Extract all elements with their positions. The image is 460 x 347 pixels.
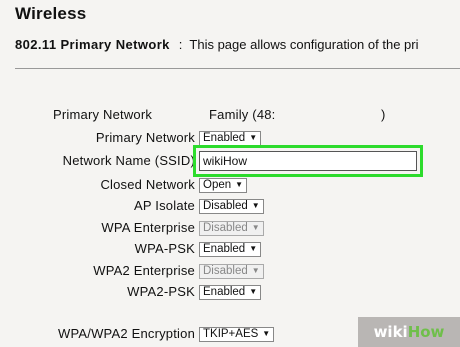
ap-isolate-select[interactable]: Disabled ▼ — [199, 199, 264, 214]
primary-network-value: Enabled — [203, 132, 246, 144]
dropdown-arrow-icon: ▼ — [262, 329, 271, 338]
section-separator: : — [178, 37, 183, 52]
wpa2-enterprise-select: Disabled ▼ — [199, 264, 264, 279]
page-title: Wireless — [15, 4, 87, 23]
wpa-psk-label: WPA-PSK — [134, 241, 195, 256]
section-header: 802.11 Primary Network: This page allows … — [15, 37, 418, 52]
wpa-enterprise-value: Disabled — [203, 222, 248, 234]
wpa-enterprise-label: WPA Enterprise — [101, 220, 195, 235]
wpa-psk-select[interactable]: Enabled ▼ — [199, 242, 262, 257]
watermark-prefix: wiki — [373, 323, 408, 341]
wpa-psk-value: Enabled — [203, 243, 246, 255]
primary-network-label: Primary Network — [95, 130, 195, 145]
section-description: This page allows configuration of the pr… — [189, 37, 419, 52]
wpa2-psk-select[interactable]: Enabled ▼ — [199, 285, 262, 300]
wpa2-psk-value: Enabled — [203, 286, 246, 298]
ssid-label: Network Name (SSID) — [62, 153, 195, 168]
section-name: 802.11 Primary Network — [15, 37, 170, 52]
dropdown-arrow-icon: ▼ — [251, 223, 260, 232]
closed-network-label: Closed Network — [100, 177, 195, 192]
primary-network-info-value-end: ) — [381, 107, 386, 122]
ssid-input[interactable]: wikiHow — [199, 151, 417, 171]
encryption-select[interactable]: TKIP+AES ▼ — [199, 327, 275, 342]
dropdown-arrow-icon: ▼ — [235, 180, 244, 189]
dropdown-arrow-icon: ▼ — [249, 244, 258, 253]
primary-network-info-label: Primary Network — [53, 107, 153, 122]
dropdown-arrow-icon: ▼ — [251, 266, 260, 275]
wpa2-psk-label: WPA2-PSK — [127, 284, 195, 299]
encryption-label: WPA/WPA2 Encryption — [58, 326, 195, 341]
closed-network-value: Open — [203, 179, 232, 191]
dropdown-arrow-icon: ▼ — [249, 287, 258, 296]
wpa2-enterprise-value: Disabled — [203, 265, 248, 277]
closed-network-select[interactable]: Open ▼ — [199, 178, 248, 193]
ap-isolate-value: Disabled — [203, 200, 248, 212]
dropdown-arrow-icon: ▼ — [249, 133, 258, 142]
ap-isolate-label: AP Isolate — [133, 198, 195, 213]
wikihow-watermark: wikiHow — [358, 317, 460, 347]
dropdown-arrow-icon: ▼ — [251, 201, 260, 210]
divider — [15, 68, 460, 69]
wpa2-enterprise-label: WPA2 Enterprise — [93, 263, 195, 278]
watermark-brand: How — [407, 323, 445, 341]
encryption-value: TKIP+AES — [203, 328, 259, 340]
primary-network-select[interactable]: Enabled ▼ — [199, 131, 262, 146]
primary-network-info-value: Family (48: — [209, 107, 276, 122]
wpa-enterprise-select: Disabled ▼ — [199, 221, 264, 236]
